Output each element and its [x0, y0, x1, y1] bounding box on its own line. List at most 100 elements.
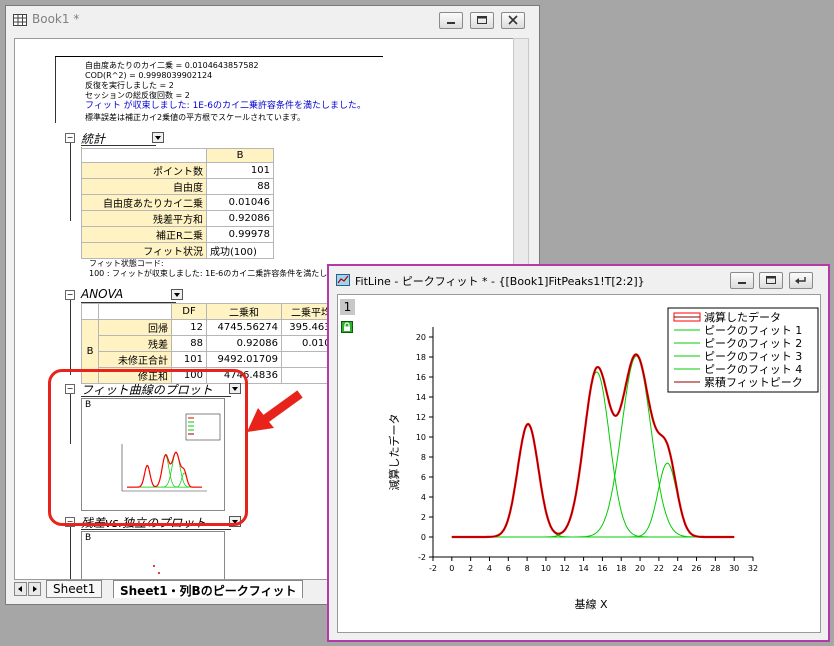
x-tick-label: 28 [710, 564, 720, 573]
residual-plot-thumbnail[interactable]: B [81, 531, 225, 579]
report-line-2: COD(R^2) = 0.9998039902124 [85, 71, 213, 80]
x-tick-label: 12 [560, 564, 570, 573]
legend-label: ピークのフィット 2 [704, 337, 802, 350]
legend-label: 累積フィットピーク [704, 375, 803, 389]
y-tick-label: 10 [416, 433, 426, 442]
stats-column-header: B [206, 148, 274, 163]
stats-value[interactable]: 0.99978 [206, 226, 274, 243]
anova-df[interactable]: 101 [171, 351, 207, 368]
anova-row-label: 回帰 [98, 319, 172, 336]
anova-row-label: 未修正合計 [98, 351, 172, 368]
anova-tree-line [70, 300, 71, 375]
stats-value[interactable]: 0.92086 [206, 210, 274, 227]
stats-value[interactable]: 101 [206, 162, 274, 179]
stats-dropdown[interactable] [152, 132, 164, 143]
x-tick-label: 24 [673, 564, 683, 573]
x-tick-label: 18 [616, 564, 626, 573]
red-arrow-icon [247, 390, 303, 432]
fitline-titlebar[interactable]: FitLine - ピークフィット * - {[Book1]FitPeaks1!… [329, 266, 828, 294]
chart-legend[interactable]: 減算したデータピークのフィット 1ピークのフィット 2ピークのフィット 3ピーク… [667, 307, 819, 393]
x-tick-label: 10 [541, 564, 551, 573]
x-tick-label: 6 [506, 564, 511, 573]
anova-row-label: 残差 [98, 335, 172, 352]
legend-label: ピークのフィット 1 [704, 324, 802, 337]
stats-table: B ポイント数 101 自由度 88 自由度あたりカイ二乗 0.01046 残差平方和… [81, 148, 274, 259]
stats-corner-cell [81, 148, 207, 163]
tab-peak-fit-report[interactable]: Sheet1・列Bのピークフィット [113, 580, 304, 598]
x-tick-label: 16 [597, 564, 607, 573]
y-tick-label: 2 [421, 513, 426, 522]
converged-message: フィット が収束しました: 1E-6のカイ二乗許容条件を満たしました。 [85, 101, 366, 111]
status-code-label: フィット状態コード: [89, 259, 164, 268]
minimize-icon [738, 282, 746, 284]
y-tick-label: 6 [421, 473, 426, 482]
tab-scroll-right-button[interactable] [28, 582, 41, 596]
stats-underline [81, 145, 156, 146]
stats-label: ポイント数 [81, 162, 207, 179]
anova-df[interactable]: 88 [171, 335, 207, 352]
stats-collapse-toggle[interactable]: − [65, 133, 75, 143]
anova-ss[interactable]: 9492.01709 [206, 351, 282, 368]
book1-title: Book1 * [32, 12, 80, 26]
x-tick-label: 32 [748, 564, 758, 573]
status-code-line: 100 : フィットが収束しました: 1E-6のカイ二乗許容条件を満たし [89, 269, 328, 278]
peak-fit-curve [451, 371, 735, 538]
worksheet-icon [13, 14, 27, 26]
x-axis-label: 基線 X [574, 597, 607, 611]
fitline-graph-window[interactable]: FitLine - ピークフィット * - {[Book1]FitPeaks1!… [327, 264, 830, 642]
y-tick-label: 14 [416, 393, 426, 402]
minimize-button[interactable] [439, 12, 463, 29]
stats-value[interactable]: 0.01046 [206, 194, 274, 211]
stats-value[interactable]: 88 [206, 178, 274, 195]
triangle-left-icon [18, 586, 22, 592]
legend-label: ピークのフィット 4 [704, 363, 802, 376]
y-axis-label: 減算したデータ [387, 414, 401, 491]
triangle-right-icon [33, 586, 37, 592]
report-line-1: 自由度あたりのカイ二乗 = 0.0104643857582 [85, 61, 259, 70]
graph-page[interactable]: 1 -2 0 2 4 6 8 10 12 14 16 18 20 -2 0 2 4 6 8 10 12 14 16 18 20… [337, 294, 821, 633]
minimize-icon [447, 22, 455, 24]
graph-window-icon [336, 274, 350, 286]
legend-label: ピークのフィット 3 [704, 350, 802, 363]
x-tick-label: 30 [729, 564, 739, 573]
maximize-button[interactable] [470, 12, 494, 29]
report-tree-line [55, 57, 56, 123]
anova-collapse-toggle[interactable]: − [65, 290, 75, 300]
y-tick-label: 20 [416, 333, 426, 342]
close-icon [508, 15, 518, 25]
highlight-callout [48, 369, 248, 526]
anova-dropdown[interactable] [171, 289, 183, 300]
report-line-4: セッションの総反復回数 = 2 [85, 91, 190, 100]
tab-sheet1[interactable]: Sheet1 [46, 580, 103, 598]
y-tick-label: 16 [416, 373, 426, 382]
x-tick-label: 22 [654, 564, 664, 573]
anova-column-header: 二乗和 [206, 303, 282, 320]
anova-ss[interactable]: 0.92086 [206, 335, 282, 352]
anova-corner-cell [81, 303, 99, 320]
graph-restore-button[interactable] [759, 272, 783, 289]
residual-thumbnail-graphic [153, 565, 160, 574]
stats-label: フィット状況 [81, 242, 207, 259]
residual-point [158, 572, 160, 574]
x-tick-label: 14 [578, 564, 588, 573]
peak-fit-curve [451, 462, 735, 538]
stats-tree-line [70, 143, 71, 221]
x-tick-label: 20 [635, 564, 645, 573]
stats-label: 自由度 [81, 178, 207, 195]
report-note: 標準誤差は補正カイ2乗値の平方根でスケールされています。 [85, 113, 306, 122]
return-arrow-icon [795, 277, 806, 284]
y-tick-label: -2 [418, 553, 426, 562]
x-tick-label: 4 [487, 564, 492, 573]
graph-return-button[interactable] [789, 272, 813, 289]
anova-ss[interactable]: 4745.56274 [206, 319, 282, 336]
anova-df[interactable]: 12 [171, 319, 207, 336]
peak-fit-chart[interactable]: -202468101214161820-2 0 2 4 6 8 10 12 14 16 18 20 22… [338, 295, 822, 634]
graph-minimize-button[interactable] [730, 272, 754, 289]
stats-value[interactable]: 成功(100) [206, 242, 274, 259]
close-button[interactable] [501, 12, 525, 29]
tab-scroll-left-button[interactable] [14, 582, 27, 596]
book1-titlebar[interactable]: Book1 * [6, 6, 539, 34]
maximize-icon [477, 16, 487, 24]
x-tick-label: 26 [691, 564, 701, 573]
x-tick-label: 2 [468, 564, 473, 573]
